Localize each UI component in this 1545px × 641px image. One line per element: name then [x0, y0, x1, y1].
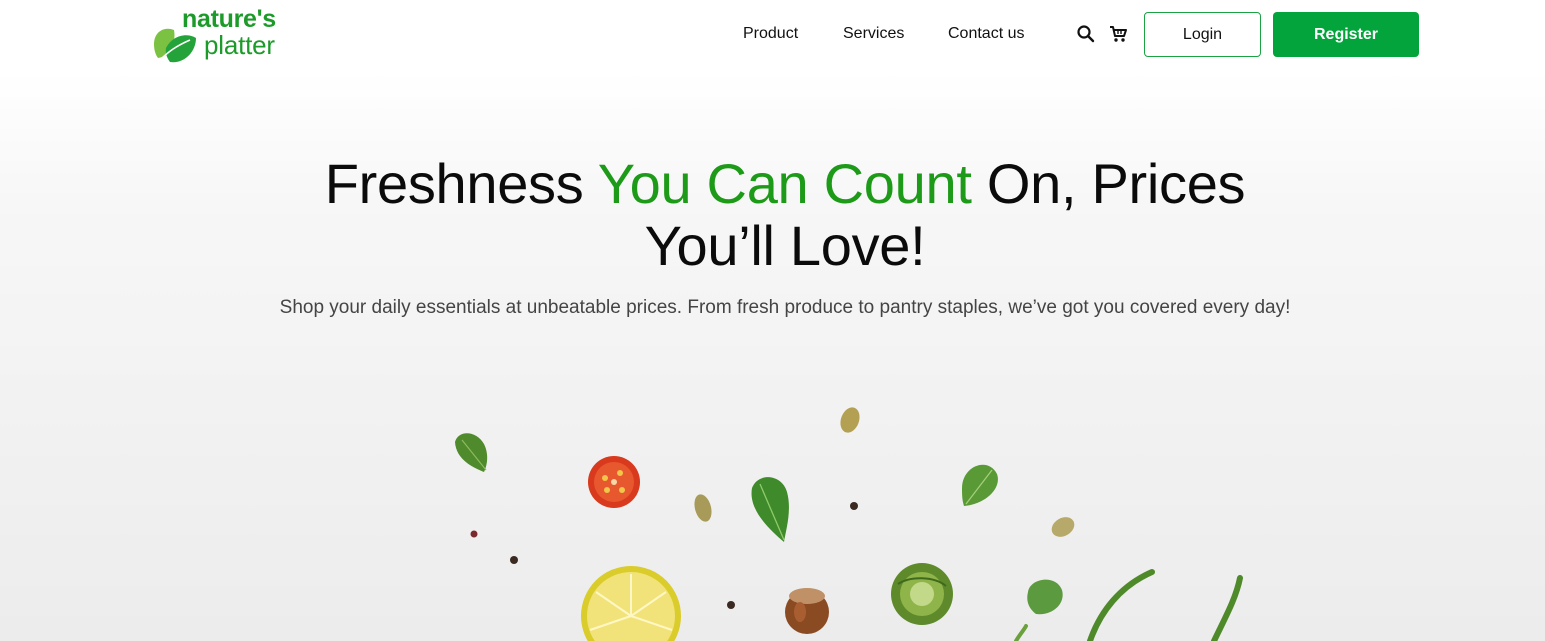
hero-subtitle: Shop your daily essentials at unbeatable…	[279, 297, 1291, 318]
brand-name-line1: nature's	[182, 5, 276, 33]
seed-icon	[694, 494, 712, 522]
brand-logo[interactable]: nature's platter	[150, 4, 310, 66]
brussels-sprout-icon	[891, 563, 953, 625]
seed-icon	[840, 407, 860, 433]
hazelnut-icon	[785, 588, 829, 634]
green-bean-icon	[1014, 624, 1028, 641]
cart-icon[interactable]	[1109, 24, 1129, 44]
hero-title: Freshness You Can Count On, Prices You’l…	[260, 153, 1310, 277]
peppercorn-icon	[510, 556, 518, 564]
tomato-slice-icon	[588, 456, 640, 508]
green-bean-icon	[1087, 569, 1155, 641]
lemon-slice-icon	[581, 566, 681, 641]
register-button[interactable]: Register	[1273, 12, 1419, 57]
search-icon[interactable]	[1076, 24, 1096, 44]
basil-leaf-icon	[751, 477, 789, 542]
brand-name-line2: platter	[204, 30, 275, 60]
login-button[interactable]: Login	[1144, 12, 1261, 57]
flying-produce-image	[455, 407, 1243, 641]
nav-contact-us[interactable]: Contact us	[948, 25, 1024, 43]
peppercorn-icon	[727, 601, 735, 609]
hero-title-accent: You Can Count	[597, 152, 972, 215]
spinach-leaf-icon	[1027, 579, 1063, 615]
peppercorn-icon	[850, 502, 858, 510]
seed-icon	[1051, 517, 1075, 537]
navbar: nature's platter Product Services Contac…	[0, 0, 1545, 70]
nav-services[interactable]: Services	[843, 25, 904, 43]
hero-title-part1: Freshness	[324, 152, 598, 215]
peppercorn-icon	[470, 530, 478, 538]
nav-product[interactable]: Product	[743, 25, 798, 43]
spinach-leaf-icon	[962, 464, 998, 506]
spinach-leaf-icon	[455, 433, 488, 472]
green-bean-icon	[1211, 575, 1243, 641]
